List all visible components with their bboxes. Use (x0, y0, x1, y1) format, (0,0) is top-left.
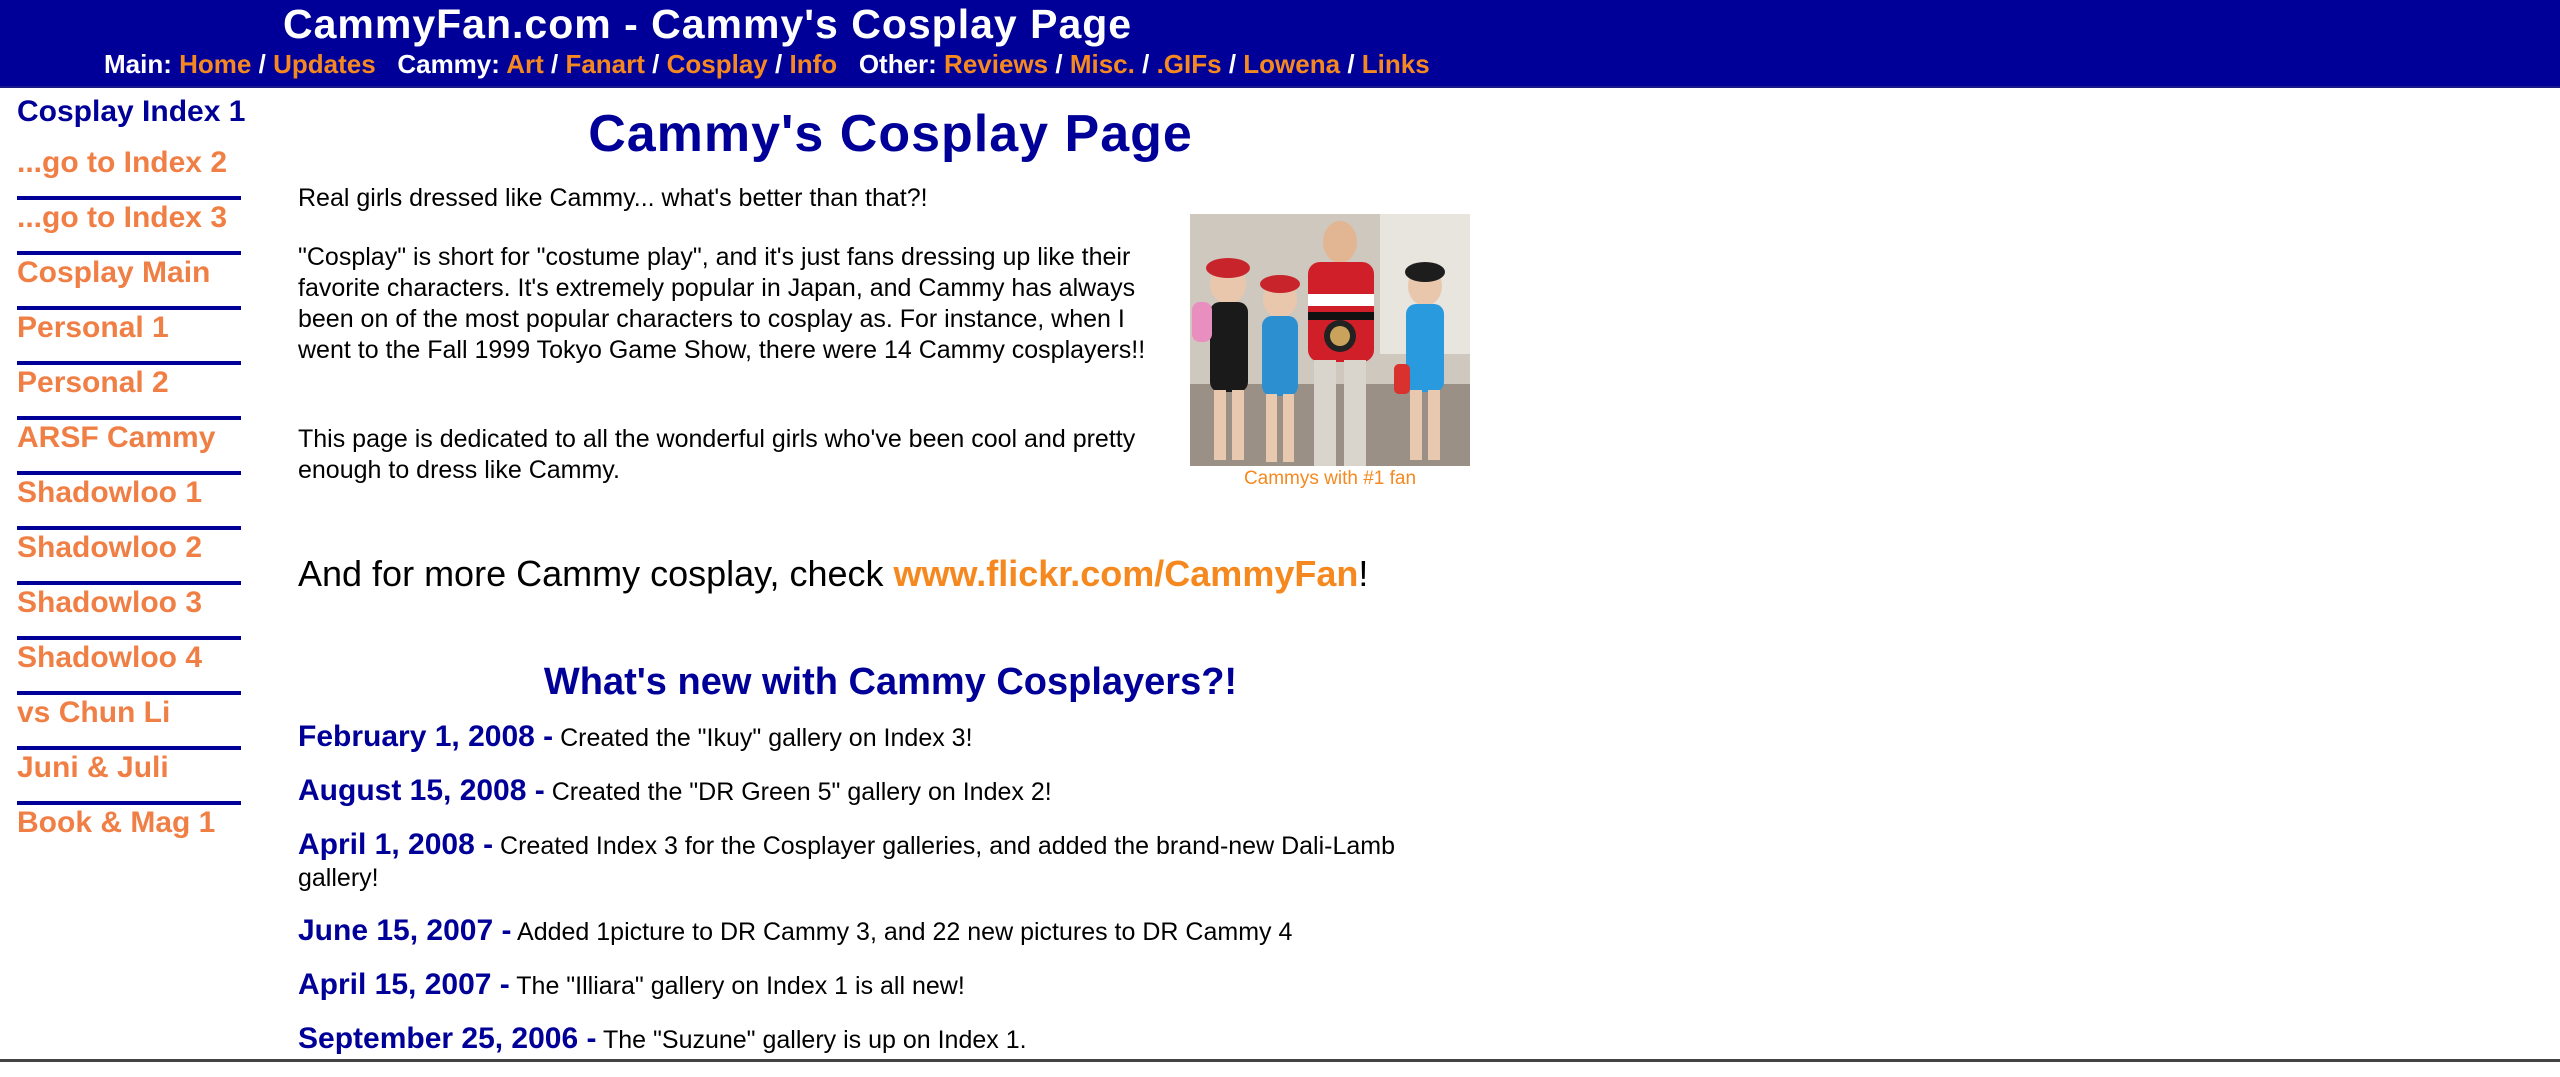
sidebar-item-index-3[interactable]: ...go to Index 3 (17, 201, 227, 234)
featured-photo: Cammys with #1 fan (1190, 214, 1470, 490)
news-date: April 15, 2007 - (298, 968, 510, 1001)
nav-links-link[interactable]: Links (1362, 49, 1430, 79)
cosplay-photo[interactable] (1190, 214, 1470, 466)
news-list: February 1, 2008 - Created the "Ikuy" ga… (298, 721, 1473, 1077)
news-text: Created the "DR Green 5" gallery on Inde… (544, 778, 1052, 806)
news-date: June 15, 2007 - (298, 914, 512, 947)
nav-cammy-label: Cammy: (397, 49, 500, 79)
site-header: CammyFan.com - Cammy's Cosplay Page Main… (0, 0, 2560, 88)
nav-lowena-link[interactable]: Lowena (1243, 49, 1340, 79)
sidebar-item-cosplay-main[interactable]: Cosplay Main (17, 256, 210, 289)
nav-home-link[interactable]: Home (179, 49, 251, 79)
news-title: What's new with Cammy Cosplayers?! (543, 661, 1238, 703)
sidebar-item-shadowloo-1[interactable]: Shadowloo 1 (17, 476, 202, 509)
news-date: April 1, 2008 - (298, 828, 494, 861)
news-text: Created the "Ikuy" gallery on Index 3! (553, 724, 973, 752)
nav-fanart-link[interactable]: Fanart (565, 49, 644, 79)
sidebar-item-shadowloo-4[interactable]: Shadowloo 4 (17, 641, 202, 674)
dedication-text: This page is dedicated to all the wonder… (298, 425, 1136, 484)
sidebar-item-book-mag-1[interactable]: Book & Mag 1 (17, 806, 215, 839)
news-date: August 15, 2008 - (298, 774, 545, 807)
flickr-promo-prefix: And for more Cammy cosplay, check (298, 553, 894, 594)
flickr-promo: And for more Cammy cosplay, check www.fl… (298, 552, 1368, 596)
news-item: September 25, 2006 - The "Suzune" galler… (298, 1023, 1473, 1056)
sidebar-item-arsf-cammy[interactable]: ARSF Cammy (17, 421, 215, 454)
news-item: April 15, 2007 - The "Illiara" gallery o… (298, 969, 1473, 1002)
news-item: June 15, 2007 - Added 1picture to DR Cam… (298, 915, 1473, 948)
sidebar-item-vs-chun-li[interactable]: vs Chun Li (17, 696, 170, 729)
sidebar-item-personal-2[interactable]: Personal 2 (17, 366, 169, 399)
sidebar-item-juni-juli[interactable]: Juni & Juli (17, 751, 169, 784)
nav-other-label: Other: (858, 49, 937, 79)
sidebar: Cosplay Index 1 ...go to Index 2 ...go t… (17, 94, 245, 856)
nav-misc-link[interactable]: Misc. (1070, 49, 1135, 79)
nav-info-link[interactable]: Info (789, 49, 837, 79)
site-title: CammyFan.com - Cammy's Cosplay Page (283, 1, 1133, 47)
news-item: April 1, 2008 - Created Index 3 for the … (298, 829, 1473, 894)
news-text: The "Illiara" gallery on Index 1 is all … (509, 972, 965, 1000)
news-date: February 1, 2008 - (298, 720, 554, 753)
sidebar-item-personal-1[interactable]: Personal 1 (17, 311, 169, 344)
news-text: Added 1picture to DR Cammy 3, and 22 new… (511, 918, 1293, 946)
news-date: September 25, 2006 - (298, 1022, 597, 1055)
news-item: August 15, 2008 - Created the "DR Green … (298, 775, 1473, 808)
nav-gifs-link[interactable]: .GIFs (1157, 49, 1222, 79)
photo-caption: Cammys with #1 fan (1243, 468, 1417, 489)
intro-text: Real girls dressed like Cammy... what's … (298, 184, 928, 212)
flickr-promo-suffix: ! (1358, 553, 1369, 594)
sidebar-item-index-2[interactable]: ...go to Index 2 (17, 146, 227, 179)
photo-image (1190, 214, 1470, 466)
flickr-link[interactable]: www.flickr.com/CammyFan (894, 553, 1359, 594)
nav-main-label: Main: (104, 49, 172, 79)
page-title: Cammy's Cosplay Page (588, 105, 1193, 163)
nav-cosplay-link[interactable]: Cosplay (667, 49, 768, 79)
nav-art-link[interactable]: Art (506, 49, 544, 79)
news-item: February 1, 2008 - Created the "Ikuy" ga… (298, 721, 1473, 754)
sidebar-item-shadowloo-2[interactable]: Shadowloo 2 (17, 531, 202, 564)
sidebar-item-shadowloo-3[interactable]: Shadowloo 3 (17, 586, 202, 619)
sidebar-current-item: Cosplay Index 1 (17, 95, 246, 128)
cosplay-description: "Cosplay" is short for "costume play", a… (298, 243, 1146, 364)
top-nav: Main: Home / Updates Cammy: Art / Fanart… (104, 49, 1430, 79)
nav-updates-link[interactable]: Updates (273, 49, 376, 79)
news-text: The "Suzune" gallery is up on Index 1. (596, 1026, 1027, 1054)
nav-reviews-link[interactable]: Reviews (944, 49, 1048, 79)
